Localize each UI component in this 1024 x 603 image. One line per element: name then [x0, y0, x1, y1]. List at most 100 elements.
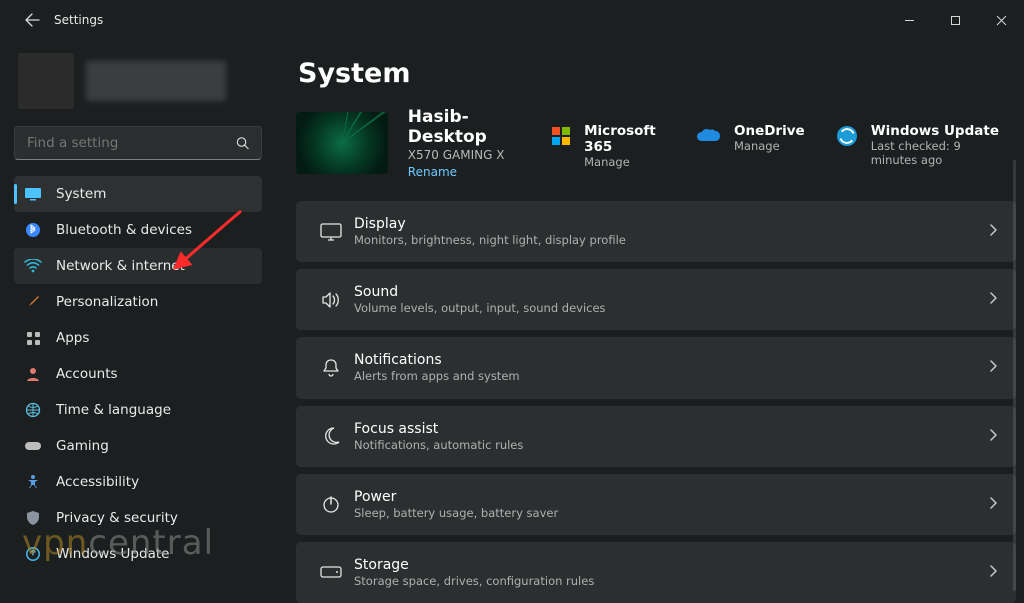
user-name-blurred — [86, 61, 226, 101]
sidebar-item-label: Personalization — [56, 294, 158, 310]
device-name: Hasib-Desktop — [408, 107, 530, 147]
maximize-button[interactable] — [932, 4, 978, 36]
card-sub: Sleep, battery usage, battery saver — [354, 506, 558, 520]
update-badge-icon — [835, 123, 859, 149]
card-sub: Alerts from apps and system — [354, 369, 520, 383]
gamepad-icon — [24, 437, 42, 455]
titlebar: Settings — [0, 0, 1024, 40]
moon-icon — [308, 426, 354, 446]
quick-link-windows-update[interactable]: Windows Update Last checked: 9 minutes a… — [835, 123, 1000, 167]
sidebar-item-windows-update[interactable]: Windows Update — [14, 536, 262, 572]
sound-icon — [308, 291, 354, 309]
search-icon — [235, 136, 250, 151]
rename-link[interactable]: Rename — [408, 165, 530, 179]
chevron-right-icon — [989, 290, 998, 309]
device-header: Hasib-Desktop X570 GAMING X Rename Micro… — [296, 107, 1016, 179]
minimize-icon — [904, 15, 915, 26]
card-title: Display — [354, 216, 626, 232]
card-sub: Storage space, drives, configuration rul… — [354, 574, 594, 588]
bell-icon — [308, 358, 354, 378]
card-title: Storage — [354, 557, 594, 573]
sidebar-item-gaming[interactable]: Gaming — [14, 428, 262, 464]
monitor-icon — [24, 185, 42, 203]
sidebar-item-time[interactable]: Time & language — [14, 392, 262, 428]
globe-icon — [24, 401, 42, 419]
settings-card-sound[interactable]: SoundVolume levels, output, input, sound… — [296, 269, 1016, 330]
sidebar-item-network[interactable]: Network & internet — [14, 248, 262, 284]
m365-icon — [550, 123, 572, 149]
bluetooth-icon — [24, 221, 42, 239]
storage-icon — [308, 566, 354, 578]
back-button[interactable] — [16, 4, 48, 36]
settings-card-focus[interactable]: Focus assistNotifications, automatic rul… — [296, 406, 1016, 467]
sidebar-item-bluetooth[interactable]: Bluetooth & devices — [14, 212, 262, 248]
power-icon — [308, 494, 354, 514]
scrollbar[interactable] — [1013, 160, 1016, 591]
sidebar-item-label: System — [56, 186, 106, 202]
settings-card-power[interactable]: PowerSleep, battery usage, battery saver — [296, 474, 1016, 535]
sidebar-item-privacy[interactable]: Privacy & security — [14, 500, 262, 536]
quick-link-sub: Manage — [584, 155, 666, 169]
person-icon — [24, 365, 42, 383]
quick-link-title: Windows Update — [871, 123, 1000, 139]
card-title: Sound — [354, 284, 606, 300]
chevron-right-icon — [989, 427, 998, 446]
chevron-right-icon — [989, 563, 998, 582]
settings-list: DisplayMonitors, brightness, night light… — [296, 201, 1016, 603]
sidebar-item-label: Privacy & security — [56, 510, 178, 526]
onedrive-icon — [696, 123, 722, 149]
sidebar-item-label: Apps — [56, 330, 89, 346]
chevron-right-icon — [989, 358, 998, 377]
quick-link-title: Microsoft 365 — [584, 123, 666, 155]
device-model: X570 GAMING X — [408, 148, 530, 162]
quick-link-onedrive[interactable]: OneDrive Manage — [696, 123, 805, 153]
close-button[interactable] — [978, 4, 1024, 36]
settings-card-display[interactable]: DisplayMonitors, brightness, night light… — [296, 201, 1016, 262]
nav: System Bluetooth & devices Network & int… — [14, 176, 262, 572]
sidebar-item-apps[interactable]: Apps — [14, 320, 262, 356]
sidebar-item-accessibility[interactable]: Accessibility — [14, 464, 262, 500]
sidebar: System Bluetooth & devices Network & int… — [0, 40, 276, 603]
search-input[interactable] — [14, 126, 262, 160]
quick-link-sub: Manage — [734, 139, 805, 153]
sidebar-item-label: Accounts — [56, 366, 118, 382]
card-sub: Monitors, brightness, night light, displ… — [354, 233, 626, 247]
quick-link-title: OneDrive — [734, 123, 805, 139]
sidebar-item-label: Time & language — [56, 402, 171, 418]
window-title: Settings — [54, 13, 103, 27]
chevron-right-icon — [989, 222, 998, 241]
settings-card-notifications[interactable]: NotificationsAlerts from apps and system — [296, 337, 1016, 398]
avatar — [18, 53, 74, 109]
back-arrow-icon — [24, 12, 40, 28]
sidebar-item-label: Network & internet — [56, 258, 185, 274]
sidebar-item-personalization[interactable]: Personalization — [14, 284, 262, 320]
sidebar-item-label: Bluetooth & devices — [56, 222, 192, 238]
card-sub: Notifications, automatic rules — [354, 438, 523, 452]
card-sub: Volume levels, output, input, sound devi… — [354, 301, 606, 315]
quick-link-sub: Last checked: 9 minutes ago — [871, 139, 1000, 167]
card-title: Notifications — [354, 352, 520, 368]
settings-card-storage[interactable]: StorageStorage space, drives, configurat… — [296, 542, 1016, 603]
search-container — [14, 126, 262, 160]
card-title: Focus assist — [354, 421, 523, 437]
wifi-icon — [24, 257, 42, 275]
main-content: System Hasib-Desktop X570 GAMING X Renam… — [276, 40, 1024, 603]
shield-icon — [24, 509, 42, 527]
sidebar-item-label: Accessibility — [56, 474, 139, 490]
maximize-icon — [950, 15, 961, 26]
sidebar-item-accounts[interactable]: Accounts — [14, 356, 262, 392]
quick-link-m365[interactable]: Microsoft 365 Manage — [550, 123, 666, 169]
user-profile[interactable] — [14, 54, 262, 114]
page-title: System — [298, 58, 1016, 89]
sidebar-item-label: Windows Update — [56, 546, 169, 562]
update-icon — [24, 545, 42, 563]
grid-icon — [24, 329, 42, 347]
sidebar-item-label: Gaming — [56, 438, 109, 454]
display-icon — [308, 223, 354, 241]
access-icon — [24, 473, 42, 491]
minimize-button[interactable] — [886, 4, 932, 36]
sidebar-item-system[interactable]: System — [14, 176, 262, 212]
brush-icon — [24, 293, 42, 311]
chevron-right-icon — [989, 495, 998, 514]
device-thumbnail[interactable] — [296, 112, 388, 174]
